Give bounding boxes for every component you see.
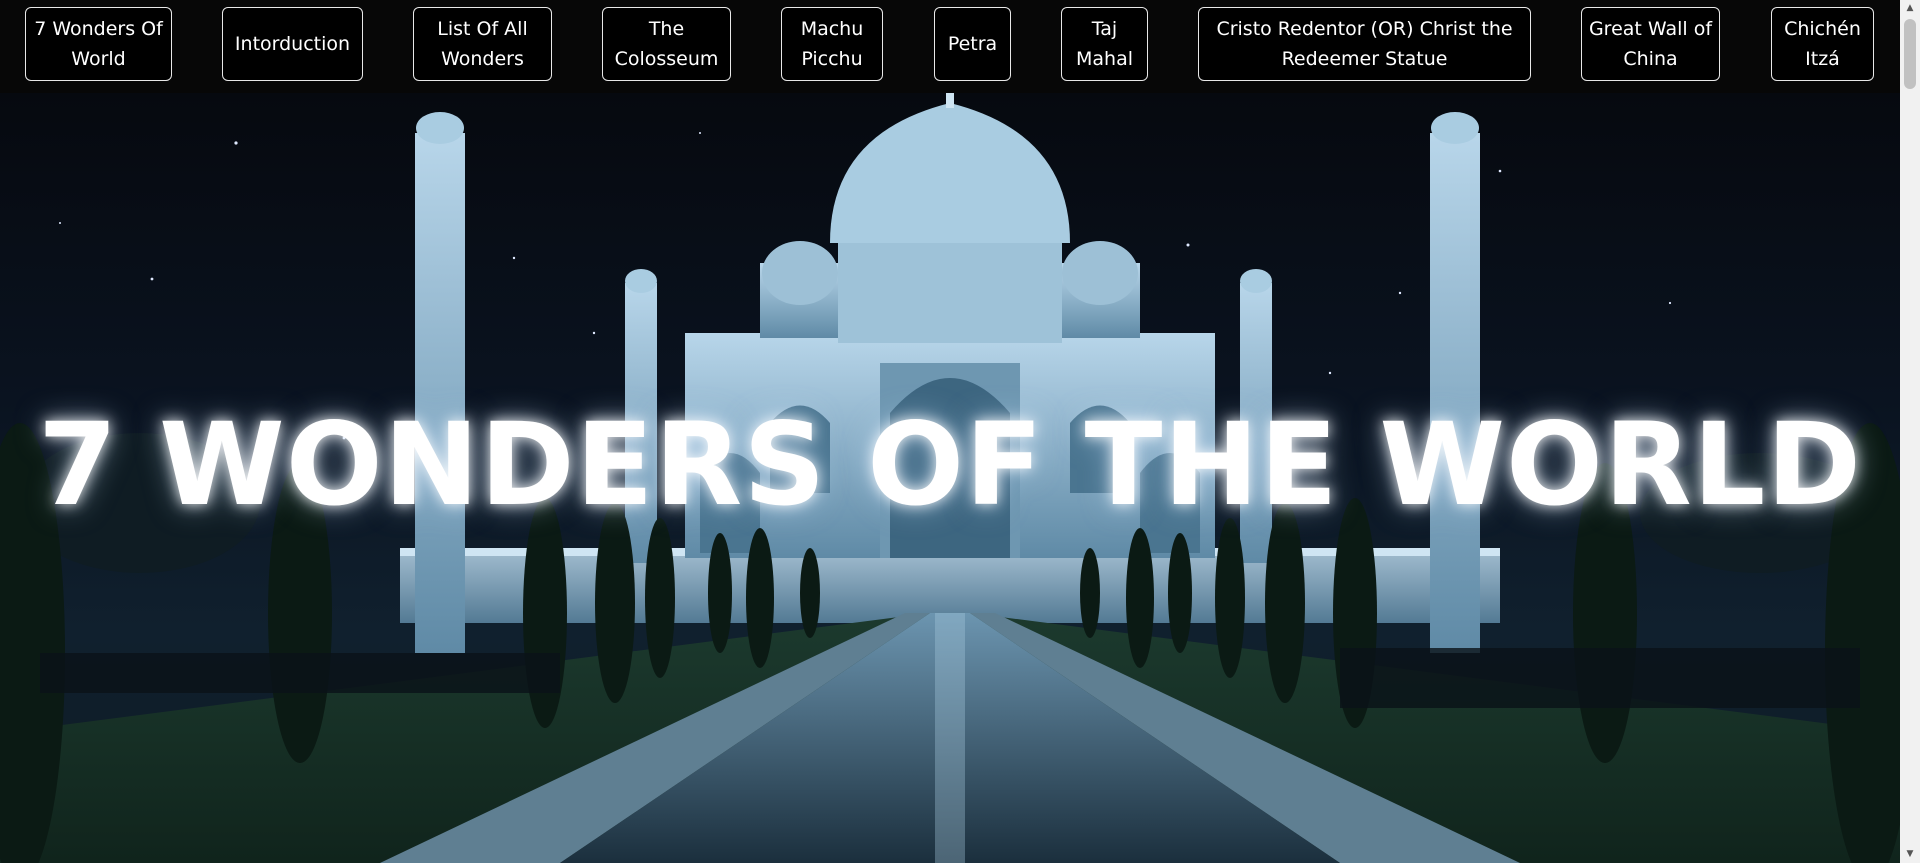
nav-button-chichen-itza[interactable]: Chichén Itzá (1771, 7, 1874, 81)
nav-button-petra[interactable]: Petra (934, 7, 1011, 81)
nav-button-christ-the-redeemer[interactable]: Cristo Redentor (OR) Christ the Redeemer… (1198, 7, 1531, 81)
scrollbar-thumb[interactable] (1904, 19, 1916, 89)
nav-button-home[interactable]: 7 Wonders Of World (25, 7, 172, 81)
page-scrollbar[interactable]: ▲ ▼ (1900, 0, 1920, 863)
nav-button-taj-mahal[interactable]: Taj Mahal (1061, 7, 1148, 81)
nav-button-great-wall[interactable]: Great Wall of China (1581, 7, 1720, 81)
nav-button-list-of-wonders[interactable]: List Of All Wonders (413, 7, 552, 81)
nav-button-colosseum[interactable]: The Colosseum (602, 7, 731, 81)
page: 7 Wonders Of World Intorduction List Of … (0, 0, 1920, 863)
nav-button-introduction[interactable]: Intorduction (222, 7, 363, 81)
nav-button-machu-picchu[interactable]: Machu Picchu (781, 7, 883, 81)
triangle-up-icon[interactable]: ▲ (1900, 0, 1920, 17)
hero-banner: 7 WONDERS OF THE WORLD (0, 93, 1900, 863)
top-navigation: 7 Wonders Of World Intorduction List Of … (0, 0, 1900, 93)
triangle-down-icon[interactable]: ▼ (1900, 846, 1920, 863)
hero-title: 7 WONDERS OF THE WORLD (37, 398, 1863, 531)
